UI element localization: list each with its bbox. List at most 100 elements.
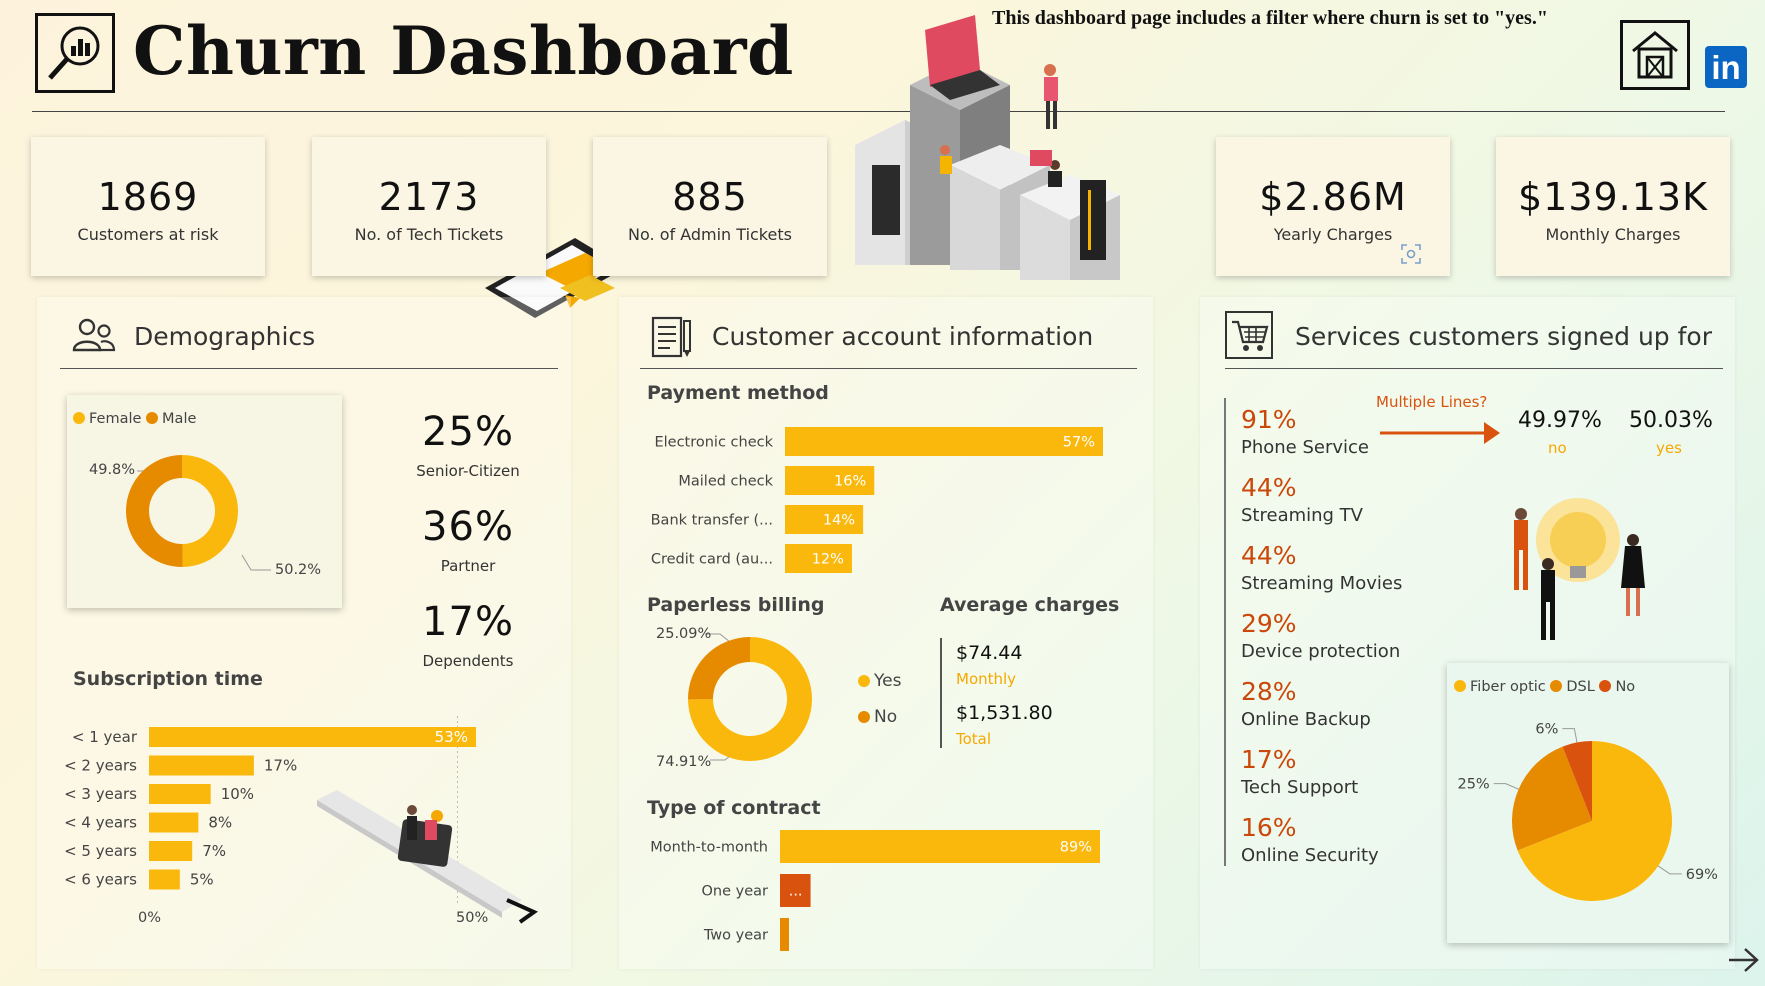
bar-category-label: < 2 years: [64, 757, 137, 775]
demographics-title: Demographics: [134, 322, 316, 351]
bar-category-label: < 5 years: [64, 842, 137, 860]
next-page-arrow-icon[interactable]: [1727, 945, 1761, 979]
service-label-online-security: Online Security: [1241, 845, 1379, 866]
kpi-card-customers-at-risk: 1869 Customers at risk: [31, 137, 265, 276]
bar[interactable]: [149, 812, 199, 833]
bar-category-label: < 4 years: [64, 814, 137, 832]
dependents-value: 17%: [422, 599, 514, 645]
payment-method-chart[interactable]: Electronic check 57% Mailed check 16% Bank t…: [630, 420, 1140, 580]
kpi-label: No. of Tech Tickets: [354, 225, 504, 244]
service-pct-streaming-tv: 44%: [1241, 473, 1297, 502]
kpi-label: No. of Admin Tickets: [628, 225, 792, 244]
isometric-office-illustration: [850, 15, 1130, 280]
avg-total-value: $1,531.80: [956, 702, 1053, 724]
kpi-card-tech-tickets: 2173 No. of Tech Tickets: [312, 137, 546, 276]
gender-slice-female[interactable]: [182, 455, 238, 567]
bar[interactable]: [149, 755, 254, 776]
kpi-label: Monthly Charges: [1545, 225, 1681, 244]
bar[interactable]: [149, 727, 476, 747]
bar[interactable]: [149, 784, 211, 804]
service-pct-device-protection: 29%: [1241, 609, 1297, 638]
pie-leader-line: [1493, 783, 1519, 790]
senior-citizen-label: Senior-Citizen: [416, 462, 520, 480]
page-title: Churn Dashboard: [133, 12, 794, 90]
focus-mode-icon[interactable]: [1400, 243, 1422, 265]
partner-value: 36%: [422, 504, 514, 550]
service-label-phone: Phone Service: [1241, 437, 1370, 458]
service-label-device-protection: Device protection: [1241, 641, 1401, 662]
bar[interactable]: [785, 427, 1103, 456]
linkedin-icon[interactable]: in: [1705, 46, 1747, 88]
paperless-slice-no[interactable]: [688, 637, 750, 700]
avg-total-label: Total: [956, 730, 992, 748]
bar-data-label: 57%: [1063, 435, 1095, 451]
bar-data-label: 14%: [823, 513, 855, 529]
bar-category-label: Bank transfer (...: [651, 513, 773, 529]
pie-data-label: 25%: [1457, 777, 1489, 793]
pie-data-label: 6%: [1535, 722, 1558, 738]
service-label-streaming-movies: Streaming Movies: [1241, 573, 1403, 594]
sub-axis-min-label: 0%: [138, 910, 162, 926]
service-pct-online-backup: 28%: [1241, 677, 1297, 706]
bar-data-label: 7%: [202, 842, 226, 860]
senior-citizen-value: 25%: [422, 409, 514, 455]
contract-title: Type of contract: [647, 797, 821, 819]
bar-data-label: 17%: [264, 757, 297, 775]
gender-data-label-female: 49.8%: [89, 462, 136, 478]
bar-category-label: < 3 years: [64, 785, 137, 803]
dependents-label: Dependents: [422, 652, 514, 670]
multiple-lines-yes-pct: 50.03%: [1629, 408, 1713, 433]
kpi-value: $139.13K: [1517, 175, 1709, 219]
subscription-time-title: Subscription time: [73, 668, 263, 690]
smartwatch-illustration: [312, 790, 552, 930]
bar[interactable]: [149, 841, 193, 861]
service-pct-tech-support: 17%: [1241, 745, 1297, 774]
service-label-online-backup: Online Backup: [1241, 709, 1371, 730]
service-pct-phone: 91%: [1241, 405, 1297, 434]
gender-data-label-male: 50.2%: [275, 562, 322, 578]
document-icon: [650, 315, 694, 363]
kpi-value: 2173: [378, 175, 480, 219]
bar-category-label: Electronic check: [654, 435, 773, 451]
bar-category-label: Mailed check: [678, 474, 773, 490]
account-title: Customer account information: [712, 322, 1094, 351]
bar-data-label: 12%: [812, 552, 844, 568]
bar-data-label: 16%: [834, 474, 866, 490]
bar-data-label: 8%: [208, 814, 232, 832]
bar[interactable]: [149, 869, 180, 890]
paperless-billing-title: Paperless billing: [647, 594, 825, 616]
bar[interactable]: [780, 918, 789, 951]
average-charges-bar: [940, 638, 942, 748]
paperless-data-label-yes: 74.91%: [656, 754, 712, 770]
services-title: Services customers signed up for: [1295, 322, 1712, 351]
service-label-tech-support: Tech Support: [1241, 777, 1359, 798]
service-pct-streaming-movies: 44%: [1241, 541, 1297, 570]
internet-service-pie[interactable]: 69% 25% 6%: [1447, 663, 1729, 943]
multiple-lines-no-label: no: [1548, 439, 1567, 457]
paperless-legend-no[interactable]: No: [858, 707, 897, 727]
multiple-lines-label: Multiple Lines?: [1376, 393, 1488, 411]
kpi-value: 1869: [97, 175, 199, 219]
services-list-rule: [1224, 398, 1226, 866]
account-divider: [640, 368, 1137, 369]
shopping-cart-icon: [1225, 311, 1273, 359]
demographics-divider: [60, 368, 558, 369]
dashboard-chart-icon: [35, 13, 115, 93]
partner-label: Partner: [440, 557, 496, 575]
contract-chart[interactable]: Month-to-month 89% One year... Two year: [630, 820, 1140, 960]
services-divider: [1225, 368, 1723, 369]
kpi-card-admin-tickets: 885 No. of Admin Tickets: [593, 137, 827, 276]
bar-data-label: 10%: [221, 785, 254, 803]
avg-monthly-label: Monthly: [956, 670, 1017, 688]
bar-data-label: 89%: [1060, 840, 1092, 856]
pie-leader-line: [1562, 728, 1578, 743]
paperless-legend-yes[interactable]: Yes: [858, 671, 901, 691]
pie-data-label: 69%: [1686, 867, 1718, 883]
home-icon[interactable]: [1620, 20, 1690, 90]
bar[interactable]: [780, 830, 1100, 863]
bar-category-label: < 6 years: [64, 871, 137, 889]
multiple-lines-yes-label: yes: [1656, 439, 1682, 457]
average-charges-title: Average charges: [940, 594, 1120, 616]
service-label-streaming-tv: Streaming TV: [1241, 505, 1363, 526]
people-icon: [72, 317, 116, 357]
